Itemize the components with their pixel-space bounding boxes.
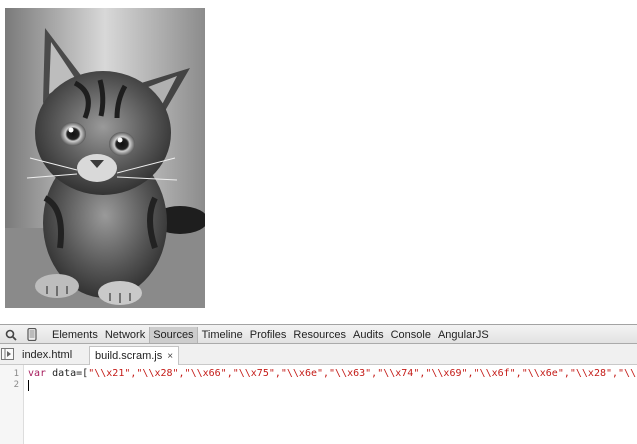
devtools-panel: Elements Network Sources Timeline Profiles Re…	[0, 324, 637, 444]
line-number: 2	[13, 380, 19, 390]
tab-elements[interactable]: Elements	[49, 327, 101, 343]
kitten-image	[5, 8, 205, 308]
keyword-token: var	[28, 368, 47, 379]
tab-network[interactable]: Network	[102, 327, 148, 343]
tab-profiles[interactable]: Profiles	[247, 327, 290, 343]
file-tab-build-scram-js[interactable]: build.scram.js ×	[89, 346, 180, 366]
line-number-gutter: 1 2	[0, 365, 24, 444]
line-number: 1	[13, 369, 19, 379]
code-token: data=[	[46, 368, 89, 379]
string-token: "\\x21","\\x28","\\x66","\\x75","\\x6e",…	[88, 368, 637, 379]
kitten-illustration	[5, 8, 205, 308]
devtools-toolbar: Elements Network Sources Timeline Profiles Re…	[0, 324, 637, 344]
file-tab-label: build.scram.js	[95, 350, 163, 362]
text-cursor	[28, 380, 29, 391]
close-icon[interactable]: ×	[167, 348, 173, 366]
tab-sources[interactable]: Sources	[149, 326, 198, 343]
page-viewport	[0, 0, 637, 324]
devtools-panel-tabs: Elements Network Sources Timeline Profiles Re…	[49, 325, 493, 344]
tab-angularjs[interactable]: AngularJS	[435, 327, 492, 343]
tab-audits[interactable]: Audits	[350, 327, 387, 343]
sources-file-tabs: index.html build.scram.js ×	[0, 344, 637, 365]
tab-resources[interactable]: Resources	[290, 327, 349, 343]
code-line-1: var data=["\\x21","\\x28","\\x66","\\x75…	[28, 368, 636, 379]
device-mode-icon[interactable]	[23, 326, 41, 343]
code-editor[interactable]: 1 2 var data=["\\x21","\\x28","\\x66","\…	[0, 365, 637, 444]
file-tab-index-html[interactable]: index.html	[17, 346, 77, 364]
search-icon[interactable]	[2, 326, 20, 343]
tab-console[interactable]: Console	[388, 327, 434, 343]
navigator-toggle-icon[interactable]	[1, 347, 14, 360]
tab-timeline[interactable]: Timeline	[199, 327, 246, 343]
file-tab-label: index.html	[22, 349, 73, 361]
